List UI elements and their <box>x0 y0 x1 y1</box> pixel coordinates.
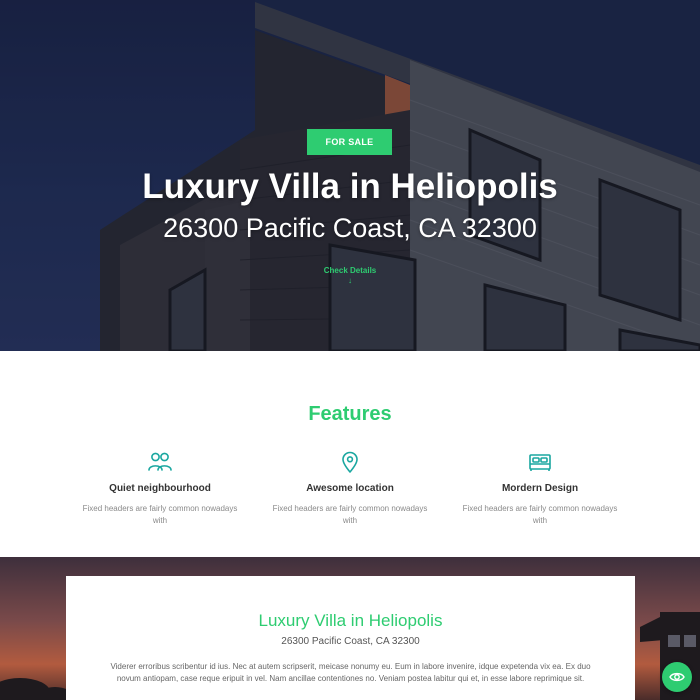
listing-section: Luxury Villa in Heliopolis 26300 Pacific… <box>0 557 700 700</box>
listing-description: Viderer erroribus scribentur id ius. Nec… <box>110 662 591 683</box>
hero-content: FOR SALE Luxury Villa in Heliopolis 2630… <box>0 0 700 351</box>
bed-icon <box>529 454 551 471</box>
people-icon <box>148 452 172 471</box>
listing-card: Luxury Villa in Heliopolis 26300 Pacific… <box>66 576 635 700</box>
view-button[interactable] <box>662 662 692 692</box>
feature-name: Quiet neighbourhood <box>109 483 211 494</box>
features-title: Features <box>308 403 392 425</box>
feature-quiet-neighbourhood: Quiet neighbourhood Fixed headers are fa… <box>75 451 245 527</box>
feature-description: Fixed headers are fairly common nowadays… <box>82 504 238 525</box>
features-section: Features Quiet neighbourhood Fixed heade… <box>0 351 700 557</box>
for-sale-badge: FOR SALE <box>307 129 392 155</box>
feature-modern-design: Mordern Design Fixed headers are fairly … <box>455 451 625 527</box>
listing-title: Luxury Villa in Heliopolis <box>258 611 443 630</box>
feature-description: Fixed headers are fairly common nowadays… <box>272 504 428 525</box>
hero-address: 26300 Pacific Coast, CA 32300 <box>163 213 537 243</box>
feature-name: Mordern Design <box>501 483 579 494</box>
feature-awesome-location: Awesome location Fixed headers are fairl… <box>265 451 435 527</box>
hero-section: FOR SALE Luxury Villa in Heliopolis 2630… <box>0 0 700 351</box>
hero-title: Luxury Villa in Heliopolis <box>142 167 558 206</box>
check-details-link[interactable]: Check Details <box>300 266 400 275</box>
location-pin-icon <box>342 451 358 473</box>
feature-name: Awesome location <box>306 483 394 494</box>
arrow-down-icon[interactable]: ↓ <box>300 277 400 285</box>
eye-icon <box>669 672 685 682</box>
feature-description: Fixed headers are fairly common nowadays… <box>462 504 618 525</box>
listing-address: 26300 Pacific Coast, CA 32300 <box>281 636 420 647</box>
